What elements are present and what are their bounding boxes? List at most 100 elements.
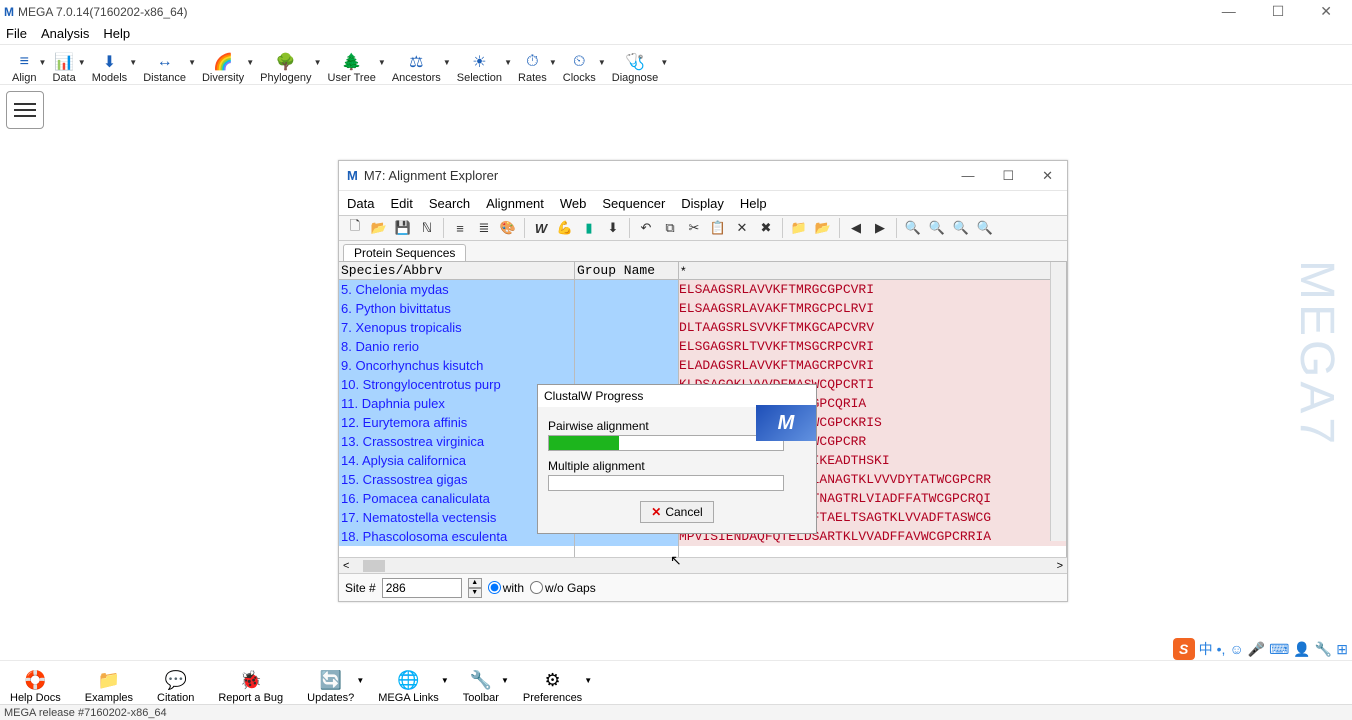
align-center-icon[interactable]: ≣	[474, 218, 494, 238]
site-number-input[interactable]	[382, 578, 462, 598]
diversity-button[interactable]: 🌈Diversity▼	[196, 52, 250, 84]
menu-help[interactable]: Help	[103, 26, 130, 41]
species-row[interactable]: 5. Chelonia mydas	[339, 280, 574, 299]
align-left-icon[interactable]: ≡	[450, 218, 470, 238]
hamburger-button[interactable]	[6, 91, 44, 129]
ae-menu-sequencer[interactable]: Sequencer	[602, 196, 665, 211]
unmark-icon[interactable]: ⬇	[603, 218, 623, 238]
save-icon[interactable]: 💾	[393, 218, 413, 238]
sequence-row[interactable]: DLTAAGSRLSVVKFTMKGCAPCVRV	[679, 318, 1066, 337]
sequence-row[interactable]: ELSAAGSRLAVVKFTMRGCGPCVRI	[679, 280, 1066, 299]
sequence-row[interactable]: ELADAGSRLAVVKFTMAGCRPCVRI	[679, 356, 1066, 375]
emoji-icon[interactable]: ☺	[1229, 641, 1243, 657]
find-red-icon[interactable]: 🔍	[927, 218, 947, 238]
group-cell[interactable]	[575, 356, 678, 375]
color-icon[interactable]: 🎨	[498, 218, 518, 238]
spin-up-icon[interactable]: ▲	[468, 578, 482, 588]
cut-icon[interactable]: ✂	[684, 218, 704, 238]
scroll-right-icon[interactable]: >	[1055, 560, 1065, 572]
megalinks-button[interactable]: 🌐MEGA Links▼	[378, 670, 439, 704]
preferences-button[interactable]: ⚙Preferences▼	[523, 670, 582, 704]
grid-icon[interactable]: ⊞	[1336, 641, 1348, 658]
ae-menu-alignment[interactable]: Alignment	[486, 196, 544, 211]
mic-icon[interactable]: 🎤	[1248, 641, 1265, 658]
find-icon[interactable]: 🔍	[903, 218, 923, 238]
tab-protein-sequences[interactable]: Protein Sequences	[343, 244, 466, 261]
with-gaps-radio[interactable]: with	[488, 581, 524, 595]
ae-menu-edit[interactable]: Edit	[390, 196, 412, 211]
undo-icon[interactable]: ↶	[636, 218, 656, 238]
examples-button[interactable]: 📁Examples	[85, 670, 133, 704]
species-row[interactable]: 9. Oncorhynchus kisutch	[339, 356, 574, 375]
find-green-icon[interactable]: 🔍	[975, 218, 995, 238]
group-cell[interactable]	[575, 299, 678, 318]
folder1-icon[interactable]: 📁	[789, 218, 809, 238]
next-icon[interactable]: ▶	[870, 218, 890, 238]
distance-button[interactable]: ↔Distance▼	[137, 52, 192, 84]
maximize-button[interactable]: ☐	[1264, 3, 1293, 20]
copy-icon[interactable]: ⧉	[660, 218, 680, 238]
scroll-thumb[interactable]	[363, 560, 385, 572]
close-button[interactable]: ✕	[1312, 3, 1340, 20]
align-button[interactable]: ≡Align▼	[6, 52, 42, 84]
profile-icon[interactable]: 👤	[1293, 641, 1310, 658]
updates-button[interactable]: 🔄Updates?▼	[307, 670, 354, 704]
find-blue-icon[interactable]: 🔍	[951, 218, 971, 238]
sequence-header[interactable]: *	[679, 262, 1066, 280]
ae-menu-display[interactable]: Display	[681, 196, 724, 211]
helpdocs-button[interactable]: 🛟Help Docs	[10, 670, 61, 704]
delete-icon[interactable]: ✕	[732, 218, 752, 238]
data-button[interactable]: 📊Data▼	[46, 52, 81, 84]
sogou-icon[interactable]: S	[1173, 638, 1195, 660]
folder2-icon[interactable]: 📂	[813, 218, 833, 238]
reportbug-button[interactable]: 🐞Report a Bug	[218, 670, 283, 704]
group-cell[interactable]	[575, 337, 678, 356]
ae-menu-search[interactable]: Search	[429, 196, 470, 211]
clustalw-icon[interactable]: W	[531, 218, 551, 238]
ae-maximize-button[interactable]: ☐	[996, 168, 1020, 184]
species-row[interactable]: 6. Python bivittatus	[339, 299, 574, 318]
clocks-button[interactable]: ⏲Clocks▼	[557, 52, 602, 84]
block-icon[interactable]: ▮	[579, 218, 599, 238]
paste-icon[interactable]: 📋	[708, 218, 728, 238]
ancestors-button[interactable]: ⚖Ancestors▼	[386, 52, 447, 84]
menu-file[interactable]: File	[6, 26, 27, 41]
toolbar-button[interactable]: 🔧Toolbar▼	[463, 670, 499, 704]
species-row[interactable]: 8. Danio rerio	[339, 337, 574, 356]
group-header[interactable]: Group Name	[575, 262, 678, 280]
species-row[interactable]: 7. Xenopus tropicalis	[339, 318, 574, 337]
minimize-button[interactable]: —	[1214, 3, 1244, 20]
selection-button[interactable]: ☀Selection▼	[451, 52, 508, 84]
settings-icon[interactable]: 🔧	[1315, 641, 1332, 658]
site-spinner[interactable]: ▲ ▼	[468, 578, 482, 598]
muscle-icon[interactable]: 💪	[555, 218, 575, 238]
ae-menu-data[interactable]: Data	[347, 196, 374, 211]
ae-minimize-button[interactable]: —	[955, 168, 980, 184]
prev-icon[interactable]: ◀	[846, 218, 866, 238]
diagnose-button[interactable]: 🩺Diagnose▼	[606, 52, 664, 84]
scroll-left-icon[interactable]: <	[341, 560, 351, 572]
nucleotide-icon[interactable]: ℕ	[417, 218, 437, 238]
sequence-row[interactable]: ELSAAGSRLAVAKFTMRGCPCLRVI	[679, 299, 1066, 318]
ae-menu-help[interactable]: Help	[740, 196, 767, 211]
punct-icon[interactable]: •,	[1217, 641, 1226, 657]
ae-titlebar[interactable]: M M7: Alignment Explorer — ☐ ✕	[339, 161, 1067, 191]
sequence-row[interactable]: ELSGAGSRLTVVKFTMSGCRPCVRI	[679, 337, 1066, 356]
open-icon[interactable]: 📂	[369, 218, 389, 238]
without-gaps-radio[interactable]: w/o Gaps	[530, 581, 596, 595]
new-icon[interactable]: 🗋	[345, 218, 365, 238]
ae-close-button[interactable]: ✕	[1036, 168, 1059, 184]
keyboard-icon[interactable]: ⌨	[1269, 641, 1289, 658]
group-cell[interactable]	[575, 280, 678, 299]
lang-cn-icon[interactable]: 中	[1199, 639, 1213, 659]
citation-button[interactable]: 💬Citation	[157, 670, 194, 704]
phylogeny-button[interactable]: 🌳Phylogeny▼	[254, 52, 317, 84]
models-button[interactable]: ⬇Models▼	[86, 52, 133, 84]
menu-analysis[interactable]: Analysis	[41, 26, 89, 41]
species-header[interactable]: Species/Abbrv	[339, 262, 574, 280]
group-cell[interactable]	[575, 318, 678, 337]
delete-gap-icon[interactable]: ✖	[756, 218, 776, 238]
clustalw-title[interactable]: ClustalW Progress	[538, 385, 816, 407]
vertical-scrollbar[interactable]	[1050, 262, 1066, 541]
horizontal-scrollbar[interactable]: < >	[339, 557, 1067, 573]
